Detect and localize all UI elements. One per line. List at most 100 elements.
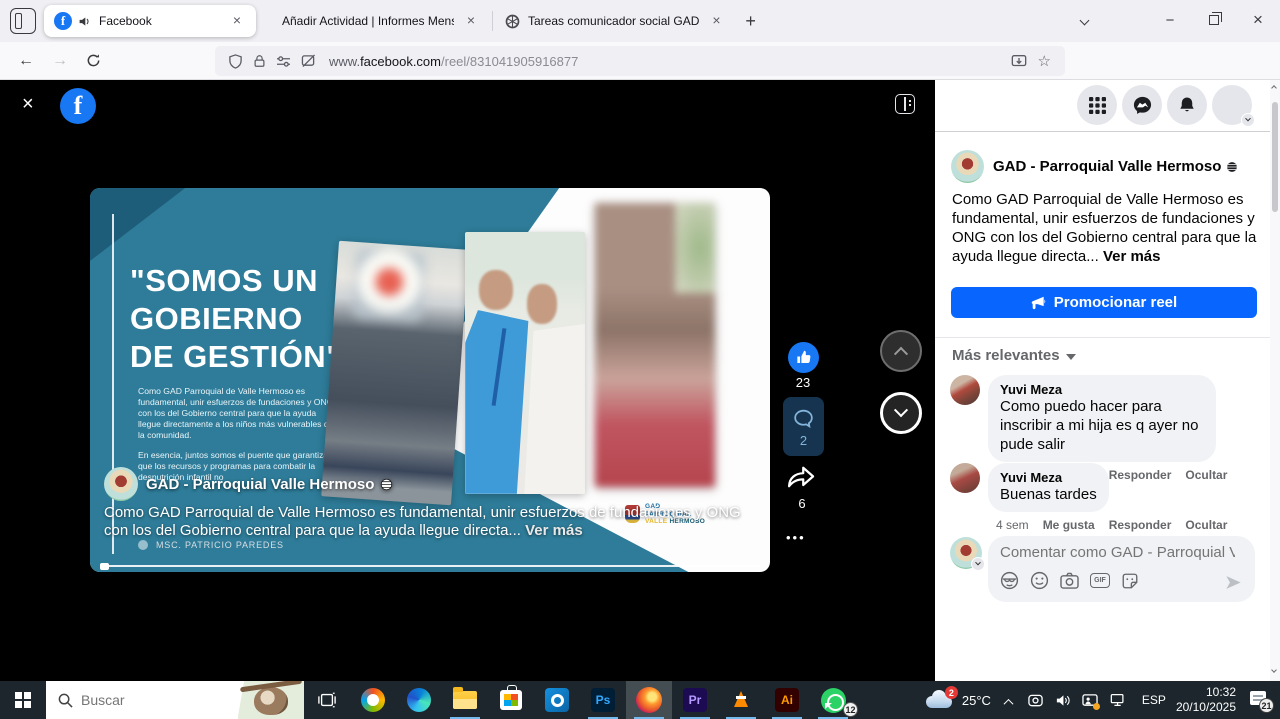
- autoplay-blocked-icon[interactable]: [301, 54, 316, 68]
- facebook-logo[interactable]: f: [60, 88, 96, 124]
- share-button[interactable]: [786, 462, 818, 492]
- start-button[interactable]: [0, 681, 46, 719]
- like-button[interactable]: [788, 342, 819, 373]
- tab-facebook[interactable]: f Facebook ×: [44, 5, 256, 37]
- window-minimize-button[interactable]: −: [1148, 12, 1192, 29]
- camera-icon[interactable]: [1060, 572, 1079, 589]
- taskbar-whatsapp[interactable]: 12: [810, 681, 856, 719]
- network-icon[interactable]: [1110, 693, 1126, 707]
- emoji-smiley-icon[interactable]: [1030, 571, 1049, 590]
- send-comment-icon[interactable]: [1224, 573, 1243, 592]
- browser-nav-bar: ← → www.facebook.com/reel/8310419: [0, 42, 1280, 80]
- taskbar-vlc[interactable]: [718, 681, 764, 719]
- commenter-avatar[interactable]: [950, 375, 980, 405]
- promote-reel-button[interactable]: Promocionar reel: [951, 287, 1257, 318]
- page-avatar[interactable]: [104, 467, 138, 501]
- page-name[interactable]: GAD - Parroquial Valle Hermoso: [993, 158, 1221, 175]
- comment-like-link[interactable]: Me gusta: [1043, 518, 1095, 532]
- page-scrollbar[interactable]: [1270, 80, 1280, 681]
- tab-close-icon[interactable]: ×: [462, 12, 480, 30]
- reel-video[interactable]: "SOMOS UN GOBIERNO DE GESTIÓN" Como GAD …: [90, 188, 770, 572]
- browser-tab-bar: f Facebook × Añadir Actividad | Informes…: [0, 0, 1280, 42]
- sticker-icon[interactable]: [1121, 572, 1139, 590]
- reel-page-name[interactable]: GAD - Parroquial Valle Hermoso: [146, 476, 374, 493]
- taskbar-copilot[interactable]: [350, 681, 396, 719]
- tray-app-icon[interactable]: [1028, 693, 1043, 708]
- composer-avatar[interactable]: [950, 537, 982, 569]
- taskbar-illustrator[interactable]: Ai: [764, 681, 810, 719]
- taskbar-file-explorer[interactable]: [442, 681, 488, 719]
- apps-menu-button[interactable]: [1077, 85, 1117, 125]
- collapse-panel-icon[interactable]: [895, 94, 915, 114]
- tab-tareas[interactable]: Tareas comunicador social GAD ×: [495, 5, 735, 37]
- comment-author[interactable]: Yuvi Meza: [1000, 470, 1097, 485]
- see-more-link[interactable]: Ver más: [1103, 248, 1161, 265]
- video-progress-bar[interactable]: [100, 565, 760, 568]
- comments-button[interactable]: 2: [783, 397, 824, 456]
- bookmark-star-icon[interactable]: ☆: [1038, 52, 1051, 70]
- tray-expand-chevron-icon[interactable]: [1003, 698, 1013, 708]
- list-tabs-chevron-icon[interactable]: [1081, 11, 1088, 29]
- sort-comments-dropdown[interactable]: Más relevantes: [952, 347, 1076, 364]
- comment-author[interactable]: Yuvi Meza: [1000, 382, 1204, 397]
- window-restore-button[interactable]: [1192, 12, 1236, 29]
- tab-informes[interactable]: Añadir Actividad | Informes Mensua ×: [264, 5, 490, 37]
- forward-button[interactable]: →: [52, 52, 68, 70]
- taskbar-premiere[interactable]: Pr: [672, 681, 718, 719]
- caption-see-more[interactable]: Ver más: [525, 522, 583, 539]
- clock[interactable]: 10:32 20/10/2025: [1176, 685, 1236, 715]
- url-text[interactable]: www.facebook.com/reel/831041905916877: [329, 54, 1006, 69]
- reel-page-header[interactable]: GAD - Parroquial Valle Hermoso: [104, 467, 393, 501]
- taskbar-photoshop[interactable]: Ps: [580, 681, 626, 719]
- close-reel-icon[interactable]: ×: [22, 93, 34, 116]
- back-button[interactable]: ←: [18, 52, 34, 70]
- notifications-button[interactable]: [1167, 85, 1207, 125]
- reload-button[interactable]: [86, 53, 101, 68]
- next-reel-button[interactable]: [880, 392, 922, 434]
- lock-icon[interactable]: [253, 54, 266, 68]
- screen-share-icon[interactable]: [1082, 693, 1098, 708]
- weather-icon[interactable]: 2: [924, 690, 954, 710]
- language-indicator[interactable]: ESP: [1142, 693, 1166, 707]
- messenger-icon: [1132, 95, 1153, 116]
- more-options-button[interactable]: •••: [786, 530, 806, 545]
- save-page-icon[interactable]: [1011, 54, 1027, 69]
- comment-reply-link[interactable]: Responder: [1109, 518, 1172, 532]
- search-highlight-image[interactable]: [238, 681, 304, 719]
- task-view-button[interactable]: [304, 681, 350, 719]
- scrollbar-thumb[interactable]: [1272, 102, 1278, 212]
- taskbar-edge[interactable]: [396, 681, 442, 719]
- scroll-up-icon[interactable]: [1271, 85, 1277, 91]
- taskbar-firefox[interactable]: [626, 681, 672, 719]
- window-close-button[interactable]: ×: [1236, 10, 1280, 30]
- temperature[interactable]: 25°C: [962, 693, 991, 708]
- tab-close-icon[interactable]: ×: [228, 12, 246, 30]
- comment-time[interactable]: 4 sem: [996, 518, 1029, 532]
- new-tab-button[interactable]: +: [735, 11, 766, 32]
- url-bar[interactable]: www.facebook.com/reel/831041905916877 ☆: [215, 46, 1065, 76]
- taskbar-microsoft-store[interactable]: [488, 681, 534, 719]
- volume-icon[interactable]: [1055, 693, 1070, 708]
- comment-hide-link[interactable]: Ocultar: [1185, 518, 1227, 532]
- shield-icon[interactable]: [228, 54, 243, 69]
- permissions-icon[interactable]: [276, 55, 291, 68]
- page-info-row[interactable]: GAD - Parroquial Valle Hermoso: [951, 150, 1238, 183]
- comment-composer[interactable]: GIF: [988, 536, 1255, 602]
- search-input[interactable]: [81, 692, 201, 708]
- previous-reel-button[interactable]: [880, 330, 922, 372]
- firefox-view-icon[interactable]: [10, 8, 36, 34]
- comment-input[interactable]: [1000, 544, 1235, 561]
- avatar-sticker-icon[interactable]: [1000, 571, 1019, 590]
- profile-avatar[interactable]: [1212, 85, 1252, 125]
- commenter-avatar[interactable]: [950, 463, 980, 493]
- taskbar-outlook[interactable]: [534, 681, 580, 719]
- messenger-button[interactable]: [1122, 85, 1162, 125]
- task-view-icon: [317, 691, 337, 709]
- taskbar-search[interactable]: [46, 681, 304, 719]
- tab-audio-icon[interactable]: [78, 15, 91, 28]
- scroll-down-icon[interactable]: [1271, 667, 1277, 673]
- gif-icon[interactable]: GIF: [1090, 573, 1110, 588]
- page-avatar[interactable]: [951, 150, 984, 183]
- tab-close-icon[interactable]: ×: [707, 12, 725, 30]
- notification-center-button[interactable]: 21: [1248, 691, 1270, 709]
